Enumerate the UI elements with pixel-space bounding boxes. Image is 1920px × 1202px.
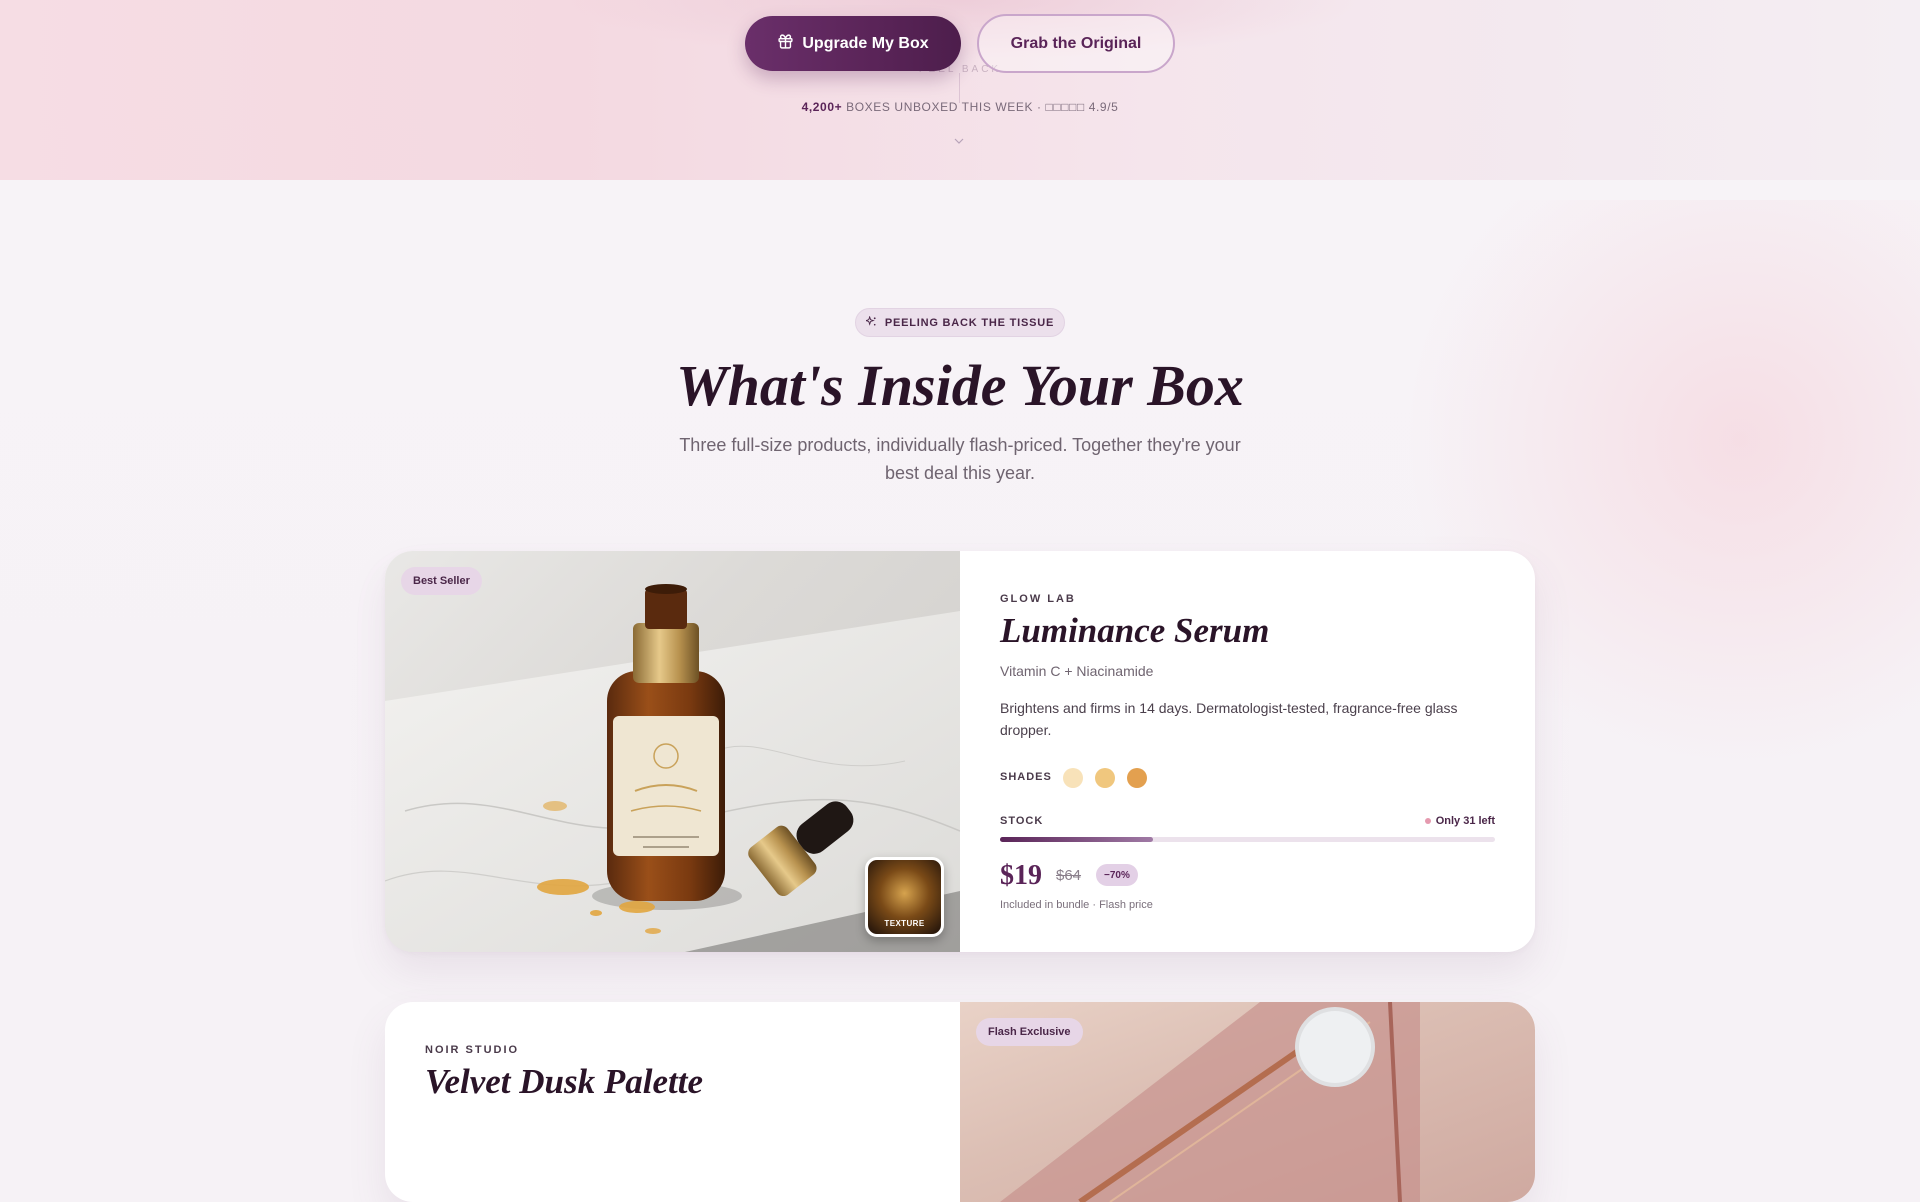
stock-remaining-text: Only 31 left	[1435, 815, 1495, 827]
shade-swatch[interactable]	[1127, 768, 1147, 788]
shade-swatch[interactable]	[1095, 768, 1115, 788]
proof-text: BOXES UNBOXED THIS WEEK · □□□□□ 4.9/5	[846, 100, 1119, 114]
product-image: Best Seller TEXTURE	[385, 551, 960, 952]
stock-remaining: Only 31 left	[1424, 815, 1495, 827]
product-subtitle: Vitamin C + Niacinamide	[1000, 663, 1154, 679]
product-card[interactable]: NOIR STUDIO Velvet Dusk Palette Flash Ex…	[385, 1002, 1535, 1202]
shade-swatch[interactable]	[1063, 768, 1083, 788]
texture-thumbnail[interactable]: TEXTURE	[865, 857, 944, 937]
product-description: Brightens and firms in 14 days. Dermatol…	[1000, 700, 1458, 738]
section-title: What's Inside Your Box	[676, 353, 1244, 418]
product-card[interactable]: Best Seller TEXTURE GLOW LAB Luminance S…	[385, 551, 1535, 952]
upgrade-box-button[interactable]: Upgrade My Box	[745, 16, 961, 71]
stock-dot-icon	[1424, 818, 1431, 824]
gift-icon	[777, 33, 794, 55]
hero-banner: PEEL BACK Upgrade My Box Grab the Origin…	[0, 0, 1920, 180]
product-brand: NOIR STUDIO	[425, 1044, 520, 1056]
discount-badge: −70%	[1096, 864, 1138, 886]
best-seller-badge: Best Seller	[401, 567, 482, 595]
eyebrow-text: PEELING BACK THE TISSUE	[884, 316, 1055, 329]
stock-bar-fill	[1000, 837, 1154, 842]
product-name: Velvet Dusk Palette	[425, 1062, 704, 1101]
proof-count: 4,200+	[801, 100, 843, 114]
social-proof: 4,200+ BOXES UNBOXED THIS WEEK · □□□□□ 4…	[0, 100, 1920, 114]
grab-original-button[interactable]: Grab the Original	[977, 14, 1175, 73]
chevron-down-icon[interactable]	[953, 134, 965, 146]
shades-label: SHADES	[1000, 771, 1052, 783]
sparkle-icon	[864, 314, 877, 330]
section-subtitle: Three full-size products, individually f…	[679, 435, 1241, 483]
flash-exclusive-badge: Flash Exclusive	[976, 1018, 1083, 1046]
texture-label: TEXTURE	[884, 919, 925, 928]
product-details: GLOW LAB Luminance Serum Vitamin C + Nia…	[1000, 551, 1495, 952]
section-eyebrow: PEELING BACK THE TISSUE	[855, 308, 1065, 337]
price-note: Included in bundle · Flash price	[1000, 899, 1153, 911]
stock-bar	[1000, 837, 1495, 842]
sale-price: $19	[1000, 860, 1042, 891]
hero-glow	[560, 0, 1360, 60]
product-name: Luminance Serum	[1000, 611, 1270, 650]
product-image: Flash Exclusive	[960, 1002, 1535, 1202]
product-brand: GLOW LAB	[1000, 593, 1076, 605]
original-price: $64	[1056, 867, 1082, 884]
divider-line	[959, 73, 960, 103]
upgrade-box-label: Upgrade My Box	[802, 34, 929, 52]
stock-label: STOCK	[1000, 815, 1044, 827]
